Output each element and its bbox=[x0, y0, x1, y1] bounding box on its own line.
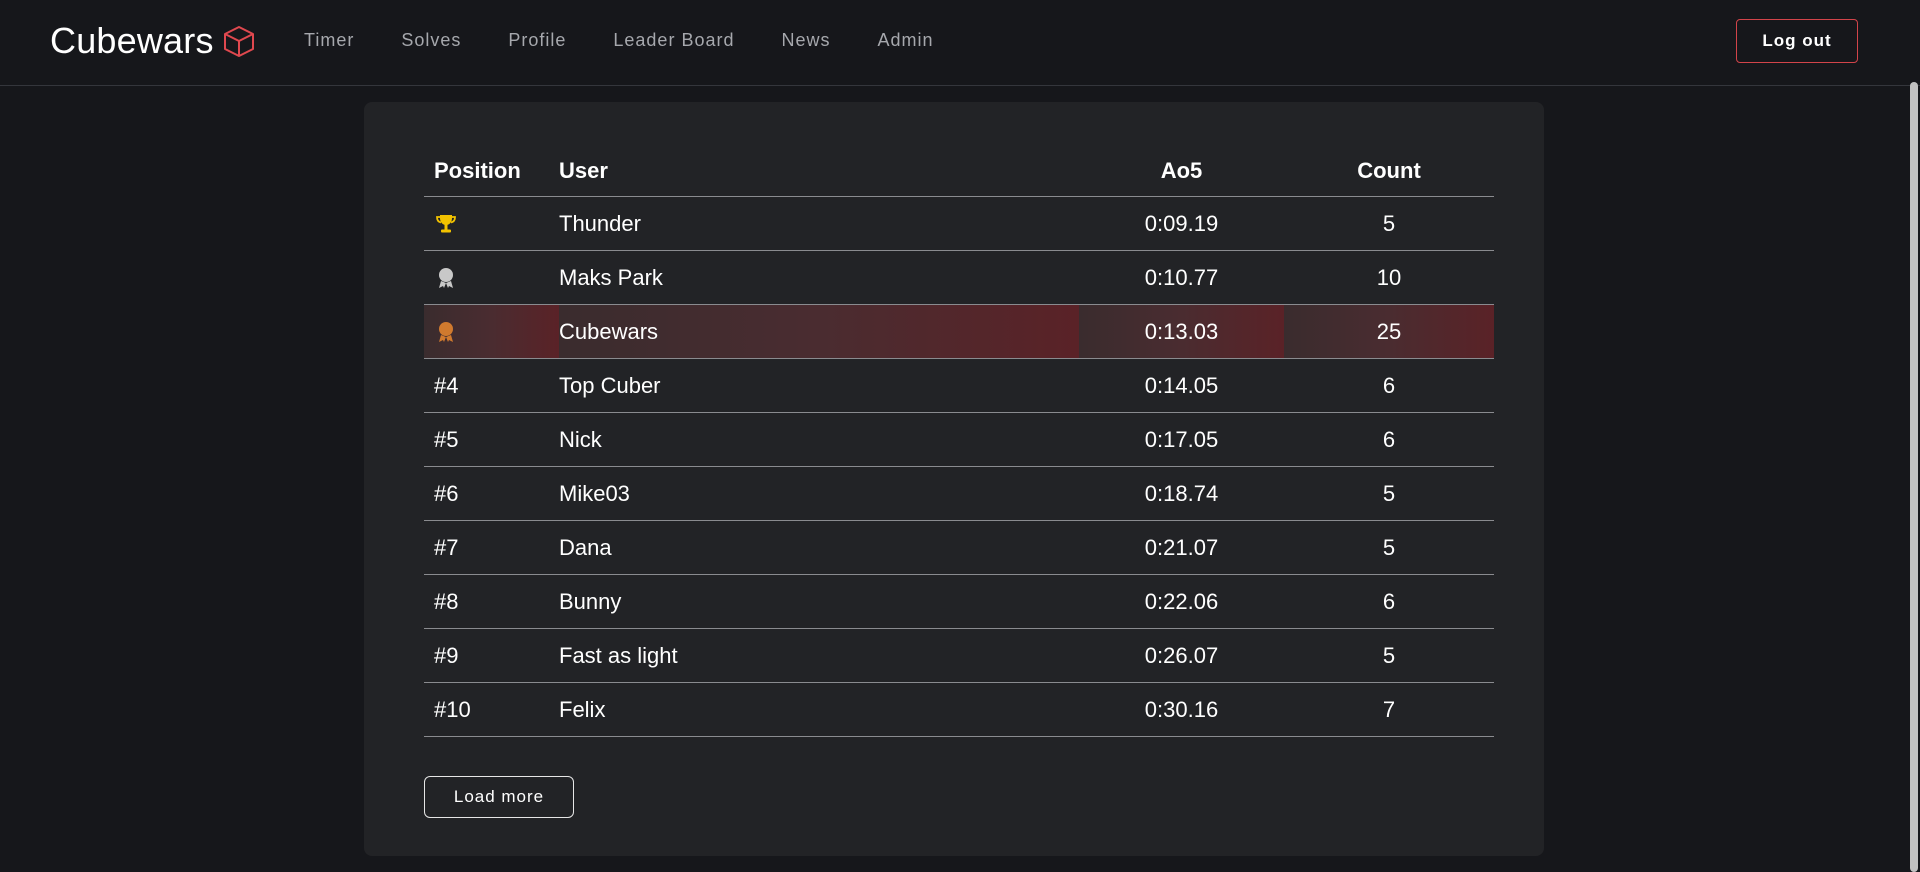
position-cell: #4 bbox=[424, 358, 559, 413]
user-cell: Nick bbox=[559, 412, 1079, 467]
ao5-cell: 0:10.77 bbox=[1079, 250, 1284, 305]
table-row-current-user: Cubewars 0:13.03 25 bbox=[424, 304, 1494, 359]
leaderboard-table: Position User Ao5 Count Thunder 0:09.19 … bbox=[424, 146, 1494, 737]
position-cell: #7 bbox=[424, 520, 559, 575]
ao5-cell: 0:30.16 bbox=[1079, 682, 1284, 737]
table-row: #7 Dana 0:21.07 5 bbox=[424, 520, 1494, 575]
user-cell: Mike03 bbox=[559, 466, 1079, 521]
table-row: #10 Felix 0:30.16 7 bbox=[424, 682, 1494, 737]
nav-link-news[interactable]: News bbox=[781, 28, 830, 52]
count-cell: 10 bbox=[1284, 250, 1494, 305]
ao5-cell: 0:17.05 bbox=[1079, 412, 1284, 467]
count-cell: 5 bbox=[1284, 196, 1494, 251]
table-header-row: Position User Ao5 Count bbox=[424, 146, 1494, 197]
header-ao5: Ao5 bbox=[1079, 146, 1284, 197]
position-cell: #8 bbox=[424, 574, 559, 629]
ao5-cell: 0:18.74 bbox=[1079, 466, 1284, 521]
silver-medal-icon bbox=[439, 267, 453, 288]
user-cell: Bunny bbox=[559, 574, 1079, 629]
trophy-icon bbox=[436, 214, 456, 232]
user-cell: Thunder bbox=[559, 196, 1079, 251]
table-row: Maks Park 0:10.77 10 bbox=[424, 250, 1494, 305]
nav-link-timer[interactable]: Timer bbox=[304, 28, 354, 52]
ao5-cell: 0:14.05 bbox=[1079, 358, 1284, 413]
user-cell: Cubewars bbox=[559, 304, 1079, 359]
table-row: #6 Mike03 0:18.74 5 bbox=[424, 466, 1494, 521]
position-cell: #5 bbox=[424, 412, 559, 467]
nav-link-leader-board[interactable]: Leader Board bbox=[613, 28, 734, 52]
user-cell: Fast as light bbox=[559, 628, 1079, 683]
count-cell: 7 bbox=[1284, 682, 1494, 737]
user-cell: Dana bbox=[559, 520, 1079, 575]
position-cell: #9 bbox=[424, 628, 559, 683]
count-cell: 6 bbox=[1284, 358, 1494, 413]
position-cell: #6 bbox=[424, 466, 559, 521]
count-cell: 6 bbox=[1284, 574, 1494, 629]
nav-link-admin[interactable]: Admin bbox=[878, 28, 934, 52]
logout-button[interactable]: Log out bbox=[1736, 19, 1858, 63]
load-more-button[interactable]: Load more bbox=[424, 776, 574, 818]
leaderboard-card: Position User Ao5 Count Thunder 0:09.19 … bbox=[364, 102, 1544, 856]
count-cell: 5 bbox=[1284, 466, 1494, 521]
brand-name: Cubewars bbox=[50, 20, 214, 61]
user-cell: Top Cuber bbox=[559, 358, 1079, 413]
table-row: #4 Top Cuber 0:14.05 6 bbox=[424, 358, 1494, 413]
ao5-cell: 0:09.19 bbox=[1079, 196, 1284, 251]
count-cell: 6 bbox=[1284, 412, 1494, 467]
brand[interactable]: Cubewars bbox=[50, 18, 256, 64]
position-cell bbox=[424, 250, 559, 305]
count-cell: 5 bbox=[1284, 520, 1494, 575]
navbar: Cubewars Timer Solves Profile Leader Boa… bbox=[0, 0, 1920, 86]
cube-icon bbox=[223, 26, 254, 57]
nav-links: Timer Solves Profile Leader Board News A… bbox=[304, 28, 981, 52]
header-count: Count bbox=[1284, 146, 1494, 197]
position-cell bbox=[424, 304, 559, 359]
scrollbar-thumb[interactable] bbox=[1910, 82, 1918, 872]
header-position: Position bbox=[424, 146, 559, 197]
nav-link-solves[interactable]: Solves bbox=[401, 28, 461, 52]
header-user: User bbox=[559, 146, 1079, 197]
table-row: Thunder 0:09.19 5 bbox=[424, 196, 1494, 251]
user-cell: Maks Park bbox=[559, 250, 1079, 305]
position-cell: #10 bbox=[424, 682, 559, 737]
ao5-cell: 0:22.06 bbox=[1079, 574, 1284, 629]
table-row: #9 Fast as light 0:26.07 5 bbox=[424, 628, 1494, 683]
table-row: #8 Bunny 0:22.06 6 bbox=[424, 574, 1494, 629]
count-cell: 25 bbox=[1284, 304, 1494, 359]
position-cell bbox=[424, 196, 559, 251]
ao5-cell: 0:21.07 bbox=[1079, 520, 1284, 575]
user-cell: Felix bbox=[559, 682, 1079, 737]
table-row: #5 Nick 0:17.05 6 bbox=[424, 412, 1494, 467]
count-cell: 5 bbox=[1284, 628, 1494, 683]
ao5-cell: 0:13.03 bbox=[1079, 304, 1284, 359]
nav-link-profile[interactable]: Profile bbox=[508, 28, 566, 52]
bronze-medal-icon bbox=[439, 321, 453, 342]
ao5-cell: 0:26.07 bbox=[1079, 628, 1284, 683]
